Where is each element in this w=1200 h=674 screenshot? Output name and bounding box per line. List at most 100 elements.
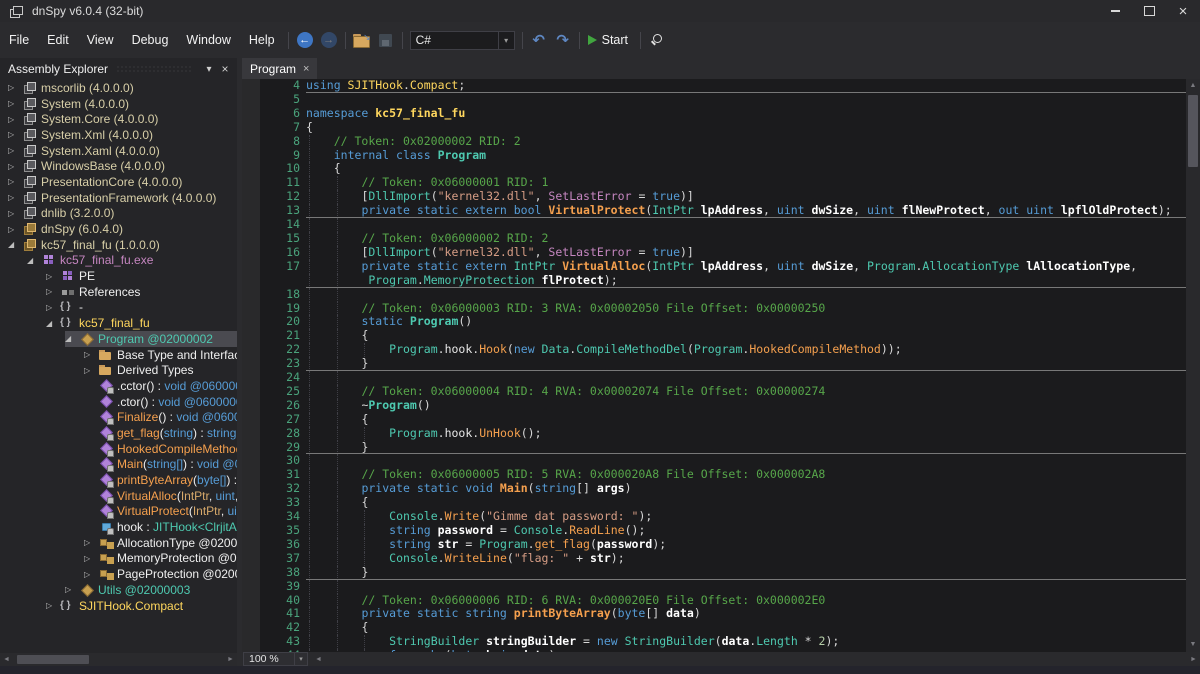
back-button[interactable]: ← [293, 28, 317, 52]
scroll-left-icon[interactable]: ◄ [0, 656, 13, 663]
code-line[interactable]: 38} [242, 566, 1186, 580]
tree-item[interactable]: ◢kc57_final_fu.exe [0, 253, 237, 269]
code-line[interactable]: Program.MemoryProtection flProtect); [242, 274, 1186, 288]
code-line[interactable]: 20static Program() [242, 315, 1186, 329]
chevron-collapsed-icon[interactable]: ▷ [8, 177, 22, 186]
scrollbar-track[interactable] [13, 653, 224, 666]
tree-item[interactable]: ▷AllocationType @0200000 [0, 535, 237, 551]
chevron-collapsed-icon[interactable]: ▷ [8, 115, 22, 124]
code-line[interactable]: 25// Token: 0x06000004 RID: 4 RVA: 0x000… [242, 385, 1186, 399]
chevron-collapsed-icon[interactable]: ▷ [84, 350, 98, 359]
code-line[interactable]: 40// Token: 0x06000006 RID: 6 RVA: 0x000… [242, 594, 1186, 608]
menu-help[interactable]: Help [240, 29, 284, 51]
explorer-hscrollbar[interactable]: ◄ ► [0, 653, 237, 666]
chevron-collapsed-icon[interactable]: ▷ [46, 287, 60, 296]
assembly-explorer-header[interactable]: Assembly Explorer ▾ × [0, 58, 237, 80]
tree-item[interactable]: ▷dnSpy (6.0.4.0) [0, 221, 237, 237]
language-combobox[interactable]: C# ▾ [410, 31, 515, 50]
code-line[interactable]: 6namespace kc57_final_fu [242, 107, 1186, 121]
tree-item[interactable]: .cctor() : void @06000003 [0, 378, 237, 394]
code-line[interactable]: 5 [242, 93, 1186, 107]
scroll-up-icon[interactable]: ▲ [1186, 80, 1200, 92]
code-line[interactable]: 21{ [242, 329, 1186, 343]
undo-button[interactable]: ↶ [527, 28, 551, 52]
tree-item[interactable]: ▷- [0, 300, 237, 316]
code-line[interactable]: 11// Token: 0x06000001 RID: 1 [242, 176, 1186, 190]
tree-item[interactable]: ▷WindowsBase (4.0.0.0) [0, 158, 237, 174]
tree-item[interactable]: ▷System.Xaml (4.0.0.0) [0, 143, 237, 159]
code-line[interactable]: 42{ [242, 621, 1186, 635]
scroll-left-icon[interactable]: ◄ [312, 656, 325, 663]
tree-item[interactable]: ▷PresentationCore (4.0.0.0) [0, 174, 237, 190]
chevron-expanded-icon[interactable]: ◢ [46, 319, 60, 328]
tree-item[interactable]: Finalize() : void @0600000 [0, 409, 237, 425]
menu-edit[interactable]: Edit [38, 29, 78, 51]
chevron-collapsed-icon[interactable]: ▷ [46, 272, 60, 281]
tree-item[interactable]: hook : JITHook<ClrjitAdd [0, 519, 237, 535]
tree-item[interactable]: ▷System (4.0.0.0) [0, 96, 237, 112]
tree-item[interactable]: printByteArray(byte[]) : st [0, 472, 237, 488]
tree-item[interactable]: ▷MemoryProtection @020 [0, 551, 237, 567]
code-line[interactable]: 28Program.hook.UnHook(); [242, 427, 1186, 441]
code-line[interactable]: 17private static extern IntPtr VirtualAl… [242, 260, 1186, 274]
chevron-down-icon[interactable]: ▾ [498, 32, 514, 49]
code-line[interactable]: 34Console.Write("Gimme dat password: "); [242, 510, 1186, 524]
tree-item[interactable]: ▷PresentationFramework (4.0.0.0) [0, 190, 237, 206]
code-line[interactable]: 26~Program() [242, 399, 1186, 413]
tree-item[interactable]: ▷System.Xml (4.0.0.0) [0, 127, 237, 143]
tree-item[interactable]: ▷Derived Types [0, 362, 237, 378]
open-button[interactable]: ↘ [350, 28, 374, 52]
code-line[interactable]: 27{ [242, 413, 1186, 427]
code-line[interactable]: 29} [242, 441, 1186, 455]
code-line[interactable]: 18 [242, 288, 1186, 302]
code-editor[interactable]: 4using SJITHook.Compact;56namespace kc57… [242, 79, 1200, 652]
code-line[interactable]: 19// Token: 0x06000003 RID: 3 RVA: 0x000… [242, 302, 1186, 316]
tree-item[interactable]: ▷SJITHook.Compact [0, 598, 237, 614]
close-button[interactable]: × [1166, 0, 1200, 22]
menu-window[interactable]: Window [177, 29, 239, 51]
code-line[interactable]: 16[DllImport("kernel32.dll", SetLastErro… [242, 246, 1186, 260]
tree-item[interactable]: ◢kc57_final_fu (1.0.0.0) [0, 237, 237, 253]
code-line[interactable]: 31// Token: 0x06000005 RID: 5 RVA: 0x000… [242, 468, 1186, 482]
tree-item[interactable]: ▷PageProtection @020000 [0, 566, 237, 582]
menu-debug[interactable]: Debug [123, 29, 178, 51]
code-line[interactable]: 13private static extern bool VirtualProt… [242, 204, 1186, 218]
code-line[interactable]: 15// Token: 0x06000002 RID: 2 [242, 232, 1186, 246]
tree-item[interactable]: ▷PE [0, 268, 237, 284]
code-line[interactable]: 12[DllImport("kernel32.dll", SetLastErro… [242, 190, 1186, 204]
chevron-expanded-icon[interactable]: ◢ [8, 240, 22, 249]
scroll-right-icon[interactable]: ► [1187, 656, 1200, 663]
code-line[interactable]: 8// Token: 0x02000002 RID: 2 [242, 135, 1186, 149]
tree-item[interactable]: .ctor() : void @06000009 [0, 394, 237, 410]
code-line[interactable]: 9internal class Program [242, 149, 1186, 163]
menu-view[interactable]: View [78, 29, 123, 51]
tree-item[interactable]: ◢Program @02000002 [0, 331, 237, 347]
chevron-collapsed-icon[interactable]: ▷ [84, 366, 98, 375]
editor-vscrollbar[interactable]: ▲ ▼ [1186, 79, 1200, 652]
save-module-button[interactable] [374, 28, 398, 52]
code-line[interactable]: 33{ [242, 496, 1186, 510]
code-line[interactable]: 7{ [242, 121, 1186, 135]
code-line[interactable]: 30 [242, 454, 1186, 468]
chevron-collapsed-icon[interactable]: ▷ [65, 585, 79, 594]
chevron-collapsed-icon[interactable]: ▷ [8, 99, 22, 108]
code-line[interactable]: 10{ [242, 162, 1186, 176]
minimize-button[interactable] [1098, 0, 1132, 22]
maximize-button[interactable] [1132, 0, 1166, 22]
tree-item[interactable]: ▷Utils @02000003 [0, 582, 237, 598]
tab-program[interactable]: Program × [242, 58, 317, 79]
chevron-down-icon[interactable]: ▾ [295, 652, 308, 666]
tree-item[interactable]: ◢kc57_final_fu [0, 315, 237, 331]
code-line[interactable]: 41private static string printByteArray(b… [242, 607, 1186, 621]
chevron-collapsed-icon[interactable]: ▷ [8, 162, 22, 171]
chevron-collapsed-icon[interactable]: ▷ [46, 601, 60, 610]
menu-file[interactable]: File [0, 29, 38, 51]
tree-item[interactable]: ▷dnlib (3.2.0.0) [0, 206, 237, 222]
tree-item[interactable]: ▷Base Type and Interfaces [0, 347, 237, 363]
tree-item[interactable]: ▷mscorlib (4.0.0.0) [0, 80, 237, 96]
chevron-collapsed-icon[interactable]: ▷ [46, 303, 60, 312]
chevron-collapsed-icon[interactable]: ▷ [8, 83, 22, 92]
chevron-collapsed-icon[interactable]: ▷ [8, 209, 22, 218]
chevron-expanded-icon[interactable]: ◢ [65, 334, 79, 343]
editor-hscrollbar[interactable] [325, 652, 1187, 666]
